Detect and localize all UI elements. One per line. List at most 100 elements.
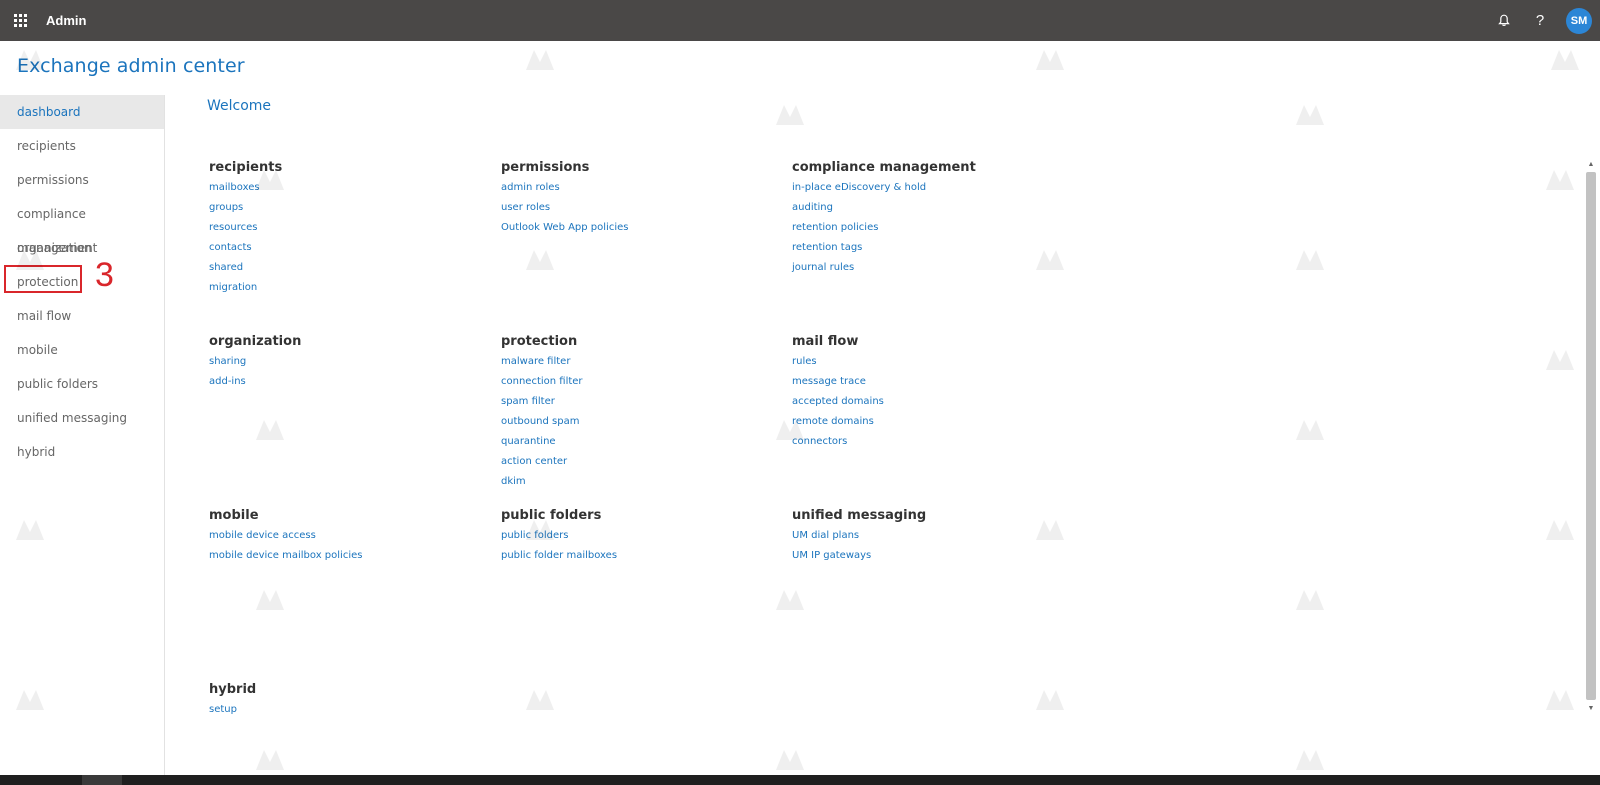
watermark-logo-icon	[1545, 40, 1585, 80]
sidebar-item-compliance-management[interactable]: compliance management	[0, 197, 164, 255]
sidebar-item-hybrid[interactable]: hybrid	[0, 435, 164, 469]
sidebar-item-organization[interactable]: organization	[0, 231, 164, 265]
link-retention-policies[interactable]: retention policies	[792, 218, 1062, 238]
section-public-folders: public folders public folders public folde…	[501, 508, 771, 566]
section-title: public folders	[501, 508, 602, 523]
link-mobile-device-mailbox-policies[interactable]: mobile device mailbox policies	[209, 546, 479, 566]
avatar[interactable]: SM	[1566, 7, 1592, 34]
link-resources[interactable]: resources	[209, 218, 479, 238]
link-connectors[interactable]: connectors	[792, 432, 1062, 452]
section-permissions: permissions admin roles user roles Outlook …	[501, 160, 771, 238]
sidebar-item-recipients[interactable]: recipients	[0, 129, 164, 163]
vertical-scrollbar[interactable]: ▲ ▼	[1584, 158, 1598, 774]
link-accepted-domains[interactable]: accepted domains	[792, 392, 1062, 412]
app-launcher-button[interactable]	[0, 0, 40, 41]
sidebar-item-mobile[interactable]: mobile	[0, 333, 164, 367]
link-migration[interactable]: migration	[209, 278, 479, 298]
section-title: recipients	[209, 160, 283, 175]
link-outlook-web-app-policies[interactable]: Outlook Web App policies	[501, 218, 771, 238]
link-shared[interactable]: shared	[209, 258, 479, 278]
section-organization: organization sharing add-ins	[209, 334, 479, 392]
waffle-icon	[13, 14, 27, 27]
sidebar-item-permissions[interactable]: permissions	[0, 163, 164, 197]
section-title: mobile	[209, 508, 259, 523]
watermark-logo-icon	[770, 580, 810, 620]
watermark-logo-icon	[520, 40, 560, 80]
link-mailboxes[interactable]: mailboxes	[209, 178, 479, 198]
link-retention-tags[interactable]: retention tags	[792, 238, 1062, 258]
section-title: mail flow	[792, 334, 859, 349]
app-name: Admin	[46, 13, 87, 28]
link-journal-rules[interactable]: journal rules	[792, 258, 1062, 278]
link-dkim[interactable]: dkim	[501, 472, 771, 492]
bottom-bar	[0, 775, 1600, 785]
link-mobile-device-access[interactable]: mobile device access	[209, 526, 479, 546]
watermark-logo-icon	[770, 95, 810, 135]
scroll-thumb[interactable]	[1586, 172, 1596, 700]
watermark-logo-icon	[770, 740, 810, 780]
link-malware-filter[interactable]: malware filter	[501, 352, 771, 372]
section-mobile: mobile mobile device access mobile device …	[209, 508, 479, 566]
link-public-folders[interactable]: public folders	[501, 526, 771, 546]
watermark-logo-icon	[520, 240, 560, 280]
notifications-button[interactable]	[1486, 0, 1522, 41]
watermark-logo-icon	[1290, 740, 1330, 780]
section-recipients: recipients mailboxes groups resources contac…	[209, 160, 479, 298]
link-remote-domains[interactable]: remote domains	[792, 412, 1062, 432]
watermark-logo-icon	[250, 410, 290, 450]
watermark-logo-icon	[1540, 340, 1580, 380]
section-title: compliance management	[792, 160, 976, 175]
watermark-logo-icon	[1290, 95, 1330, 135]
watermark-logo-icon	[1290, 240, 1330, 280]
sidebar-item-dashboard[interactable]: dashboard	[0, 95, 164, 129]
sidebar-item-public-folders[interactable]: public folders	[0, 367, 164, 401]
section-compliance-management: compliance management in-place eDiscovery…	[792, 160, 1062, 278]
help-button[interactable]: ?	[1522, 0, 1558, 41]
link-um-ip-gateways[interactable]: UM IP gateways	[792, 546, 1062, 566]
watermark-logo-icon	[250, 740, 290, 780]
scroll-up-arrow-icon[interactable]: ▲	[1584, 158, 1598, 170]
watermark-logo-icon	[520, 680, 560, 720]
link-um-dial-plans[interactable]: UM dial plans	[792, 526, 1062, 546]
section-title: protection	[501, 334, 578, 349]
scroll-down-arrow-icon[interactable]: ▼	[1584, 702, 1598, 714]
section-protection: protection malware filter connection filte…	[501, 334, 771, 492]
section-mail-flow: mail flow rules message trace accepted doma…	[792, 334, 1062, 452]
link-connection-filter[interactable]: connection filter	[501, 372, 771, 392]
sidebar: dashboard recipients permissions compliance…	[0, 95, 165, 785]
link-groups[interactable]: groups	[209, 198, 479, 218]
link-add-ins[interactable]: add-ins	[209, 372, 479, 392]
link-contacts[interactable]: contacts	[209, 238, 479, 258]
link-in-place-ediscovery-hold[interactable]: in-place eDiscovery & hold	[792, 178, 1062, 198]
watermark-logo-icon	[250, 580, 290, 620]
watermark-logo-icon	[1540, 680, 1580, 720]
link-sharing[interactable]: sharing	[209, 352, 479, 372]
watermark-logo-icon	[1540, 510, 1580, 550]
section-title: hybrid	[209, 682, 257, 697]
top-bar: Admin ? SM	[0, 0, 1600, 41]
link-outbound-spam[interactable]: outbound spam	[501, 412, 771, 432]
link-action-center[interactable]: action center	[501, 452, 771, 472]
watermark-logo-icon	[1030, 40, 1070, 80]
bell-icon	[1498, 14, 1510, 26]
top-bar-actions: ? SM	[1486, 0, 1600, 41]
link-user-roles[interactable]: user roles	[501, 198, 771, 218]
section-unified-messaging: unified messaging UM dial plans UM IP gate…	[792, 508, 1062, 566]
link-spam-filter[interactable]: spam filter	[501, 392, 771, 412]
question-mark-icon: ?	[1535, 12, 1545, 29]
link-rules[interactable]: rules	[792, 352, 1062, 372]
annotation-step-number: 3	[95, 256, 114, 294]
sidebar-item-mail-flow[interactable]: mail flow	[0, 299, 164, 333]
link-auditing[interactable]: auditing	[792, 198, 1062, 218]
link-quarantine[interactable]: quarantine	[501, 432, 771, 452]
watermark-logo-icon	[1030, 680, 1070, 720]
link-message-trace[interactable]: message trace	[792, 372, 1062, 392]
link-setup[interactable]: setup	[209, 700, 479, 720]
section-title: organization	[209, 334, 302, 349]
link-admin-roles[interactable]: admin roles	[501, 178, 771, 198]
watermark-logo-icon	[1290, 410, 1330, 450]
watermark-logo-icon	[1290, 580, 1330, 620]
sidebar-item-unified-messaging[interactable]: unified messaging	[0, 401, 164, 435]
link-public-folder-mailboxes[interactable]: public folder mailboxes	[501, 546, 771, 566]
annotation-highlight-box	[4, 265, 82, 293]
